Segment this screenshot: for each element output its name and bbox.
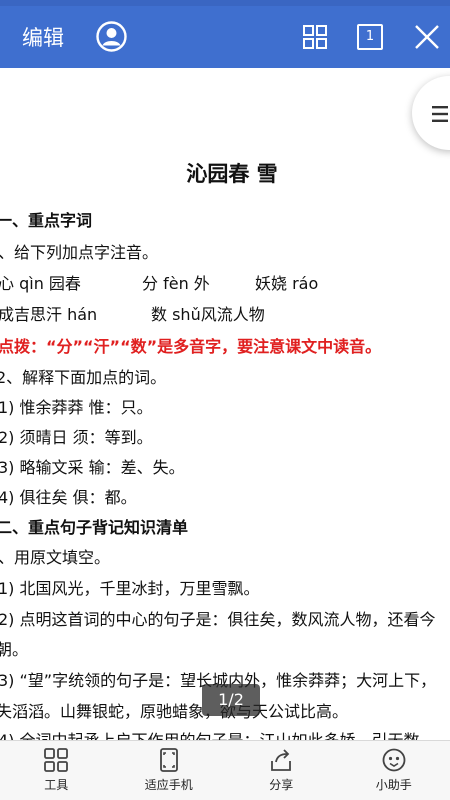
highlight-note: 点拨：“分”“汗”“数”是多音字，要注意课文中读音。 [0,337,382,356]
text-line: 1) 惟余莽莽 惟：只。 [0,398,153,417]
page-indicator: 1/2 [202,684,260,716]
document-title: 沁园春 雪 [186,162,278,186]
assistant-icon [382,748,406,772]
tools-tab[interactable]: 工具 [0,741,113,800]
text-line: 、用原文填空。 [0,548,111,567]
section-heading: 二、重点句子背记知识清单 [0,518,189,537]
grid-view-icon[interactable] [302,24,328,50]
text-line: 2、解释下面加点的词。 [0,368,167,387]
share-icon [271,749,292,771]
text-line: 分 fèn 外 [142,274,210,293]
text-line: 心 qìn 园春 [0,274,81,293]
text-line: 朝。 [0,640,29,659]
bottom-nav: 工具 适应手机 分享 小助手 [0,740,450,800]
floating-menu-button[interactable] [412,76,450,150]
text-line: 成吉思汗 hán [0,305,98,324]
text-line: 4) 俱往矣 俱：都。 [0,488,137,507]
close-icon[interactable] [414,24,440,50]
edit-button[interactable]: 编辑 [22,22,64,52]
text-line: 2) 须晴日 须：等到。 [0,428,153,447]
menu-icon [432,106,448,122]
text-line: 妖娆 ráo [255,274,319,293]
text-line: 2) 点明这首词的中心的句子是：俱往矣，数风流人物，还看今 [0,610,436,629]
document-view[interactable]: 沁园春 雪 一、重点字词 、给下列加点字注音。 心 qìn 园春 分 fèn 外… [0,68,450,740]
user-avatar-icon[interactable] [96,21,127,52]
share-label: 分享 [269,778,294,792]
tools-icon [44,748,69,772]
text-line: 数 shǔ风流人物 [151,305,265,324]
fit-screen-label: 适应手机 [144,778,193,792]
top-toolbar: 编辑 1 [0,0,450,68]
status-strip [0,0,450,6]
text-line: 3) 略输文采 输：差、失。 [0,458,185,477]
text-line: 1) 北国风光，千里冰封，万里雪飘。 [0,579,260,598]
page-count-button[interactable]: 1 [357,24,383,50]
text-line: 4) 全词中起承上启下作用的句子是：江山如此多娇，引无数 [0,730,420,740]
tools-label: 工具 [44,778,69,792]
assistant-label: 小助手 [375,778,412,792]
fit-screen-tab[interactable]: 适应手机 [113,741,226,800]
section-heading: 一、重点字词 [0,211,93,230]
text-line: 、给下列加点字注音。 [0,243,159,262]
assistant-tab[interactable]: 小助手 [338,741,450,800]
share-tab[interactable]: 分享 [225,741,338,800]
text-line: 失滔滔。山舞银蛇，原驰蜡象，欲与天公试比高。 [0,702,349,721]
fit-screen-icon [159,748,178,772]
